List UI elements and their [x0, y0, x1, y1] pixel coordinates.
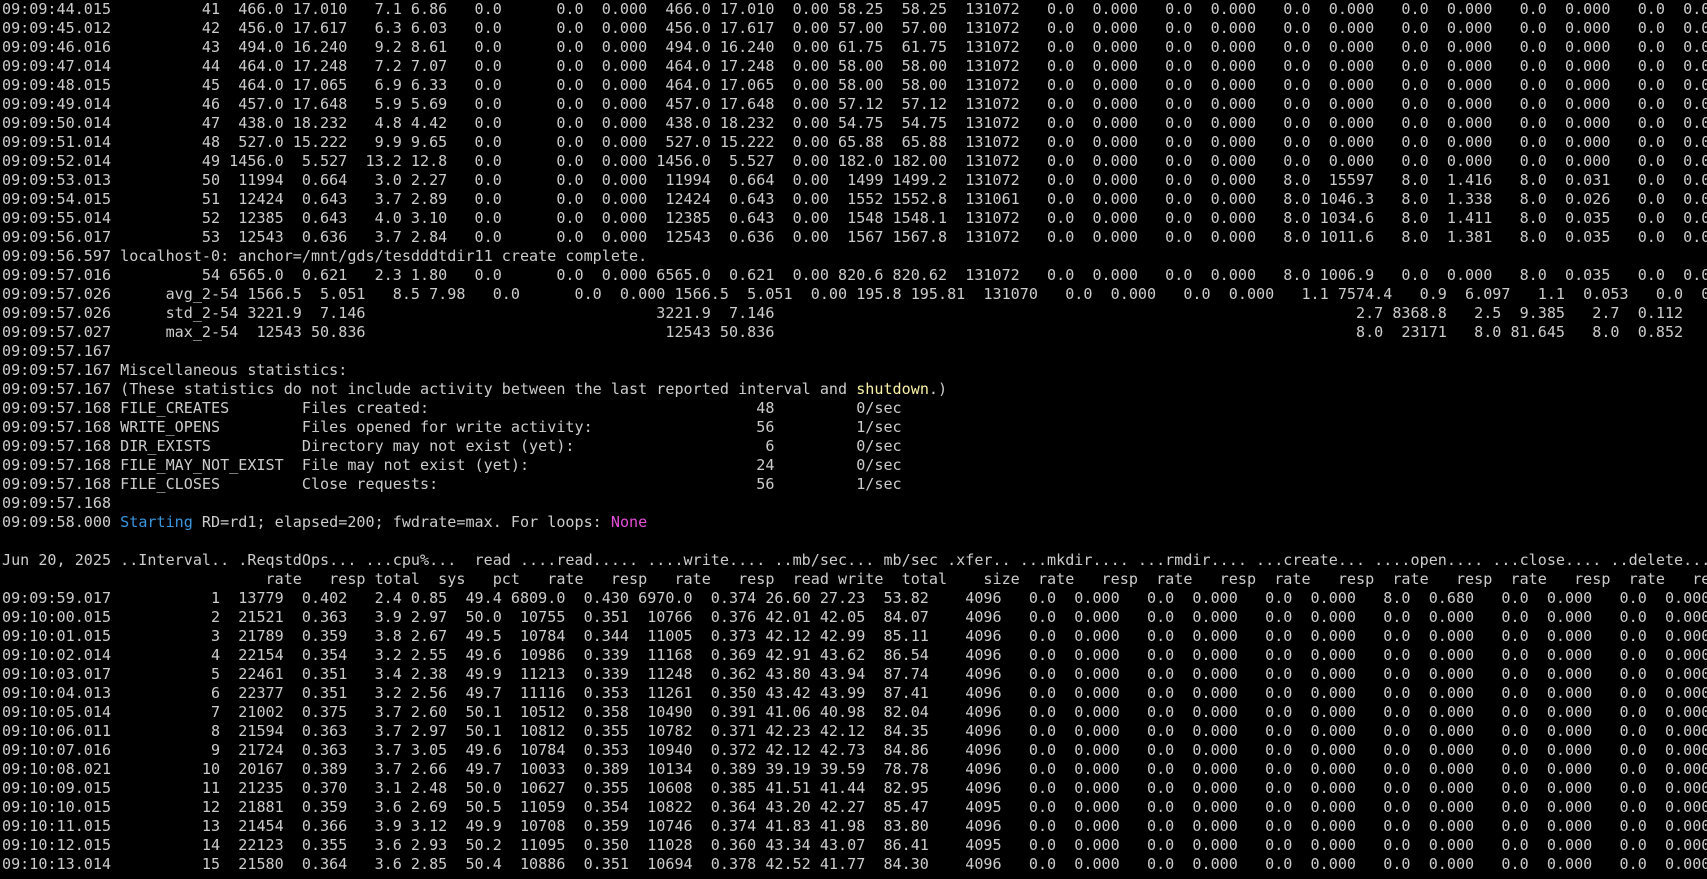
line-text: .) [928, 380, 948, 398]
terminal-line: 09:09:57.167 [2, 342, 1707, 361]
line-text: 09:10:10.015 12 21881 0.359 3.6 2.69 50.… [2, 798, 1707, 816]
line-text: 09:09:57.027 max_2-54 12543 50.836 12543… [2, 323, 1684, 341]
line-text: 09:10:13.014 15 21580 0.364 3.6 2.85 50.… [2, 855, 1707, 873]
terminal-line: 09:10:08.021 10 20167 0.389 3.7 2.66 49.… [2, 760, 1707, 779]
terminal-line: 09:09:57.016 54 6565.0 0.621 2.3 1.80 0.… [2, 266, 1707, 285]
line-text: 09:09:47.014 44 464.0 17.248 7.2 7.07 0.… [2, 57, 1707, 75]
line-text: 09:09:57.167 [2, 342, 112, 360]
highlighted-keyword: None [610, 513, 648, 531]
terminal-line: 09:09:45.012 42 456.0 17.617 6.3 6.03 0.… [2, 19, 1707, 38]
terminal-line: 09:09:57.026 std_2-54 3221.9 7.146 3221.… [2, 304, 1707, 323]
highlighted-keyword: Starting [120, 513, 193, 531]
terminal-line: 09:10:00.015 2 21521 0.363 3.9 2.97 50.0… [2, 608, 1707, 627]
terminal-line: 09:10:06.011 8 21594 0.363 3.7 2.97 50.1… [2, 722, 1707, 741]
line-text: 09:09:56.597 localhost-0: anchor=/mnt/gd… [2, 247, 648, 265]
line-text: 09:09:55.014 52 12385 0.643 4.0 3.10 0.0… [2, 209, 1707, 227]
line-text: 09:09:58.000 [2, 513, 121, 531]
terminal-line: Jun 20, 2025 ..Interval.. .ReqstdOps... … [2, 551, 1707, 570]
terminal-line: 09:09:57.168 FILE_CREATES Files created:… [2, 399, 1707, 418]
terminal-line: 09:09:57.168 FILE_MAY_NOT_EXIST File may… [2, 456, 1707, 475]
terminal-line: 09:09:55.014 52 12385 0.643 4.0 3.10 0.0… [2, 209, 1707, 228]
line-text: 09:09:46.016 43 494.0 16.240 9.2 8.61 0.… [2, 38, 1707, 56]
line-text: rate resp total sys pct rate resp rate r… [2, 570, 1707, 588]
terminal-line: 09:10:12.015 14 22123 0.355 3.6 2.93 50.… [2, 836, 1707, 855]
line-text: 09:09:57.168 FILE_CREATES Files created:… [2, 399, 902, 417]
terminal-output[interactable]: 09:09:44.015 41 466.0 17.010 7.1 6.86 0.… [0, 0, 1707, 879]
terminal-line: 09:09:56.017 53 12543 0.636 3.7 2.84 0.0… [2, 228, 1707, 247]
terminal-line: 09:09:57.168 FILE_CLOSES Close requests:… [2, 475, 1707, 494]
line-text: 09:09:59.017 1 13779 0.402 2.4 0.85 49.4… [2, 589, 1707, 607]
line-text: 09:09:52.014 49 1456.0 5.527 13.2 12.8 0… [2, 152, 1707, 170]
line-text: 09:09:53.013 50 11994 0.664 3.0 2.27 0.0… [2, 171, 1707, 189]
line-text: 09:09:44.015 41 466.0 17.010 7.1 6.86 0.… [2, 0, 1707, 18]
line-text: 09:10:12.015 14 22123 0.355 3.6 2.93 50.… [2, 836, 1707, 854]
terminal-line: 09:10:03.017 5 22461 0.351 3.4 2.38 49.9… [2, 665, 1707, 684]
terminal-line: 09:09:54.015 51 12424 0.643 3.7 2.89 0.0… [2, 190, 1707, 209]
terminal-line: 09:09:59.017 1 13779 0.402 2.4 0.85 49.4… [2, 589, 1707, 608]
terminal-line: 09:10:09.015 11 21235 0.370 3.1 2.48 50.… [2, 779, 1707, 798]
terminal-line: 09:10:11.015 13 21454 0.366 3.9 3.12 49.… [2, 817, 1707, 836]
line-text: 09:09:57.168 FILE_MAY_NOT_EXIST File may… [2, 456, 902, 474]
terminal-line: 09:09:47.014 44 464.0 17.248 7.2 7.07 0.… [2, 57, 1707, 76]
terminal-line: 09:09:57.167 (These statistics do not in… [2, 380, 1707, 399]
line-text: 09:09:49.014 46 457.0 17.648 5.9 5.69 0.… [2, 95, 1707, 113]
line-text: 09:10:07.016 9 21724 0.363 3.7 3.05 49.6… [2, 741, 1707, 759]
line-text: 09:09:57.026 std_2-54 3221.9 7.146 3221.… [2, 304, 1684, 322]
line-text: 09:10:11.015 13 21454 0.366 3.9 3.12 49.… [2, 817, 1707, 835]
line-text: 09:09:56.017 53 12543 0.636 3.7 2.84 0.0… [2, 228, 1707, 246]
terminal-line: 09:09:57.168 DIR_EXISTS Directory may no… [2, 437, 1707, 456]
line-text: 09:09:57.167 (These statistics do not in… [2, 380, 857, 398]
line-text: 09:10:09.015 11 21235 0.370 3.1 2.48 50.… [2, 779, 1707, 797]
terminal-line: 09:10:13.014 15 21580 0.364 3.6 2.85 50.… [2, 855, 1707, 874]
line-text: 09:10:03.017 5 22461 0.351 3.4 2.38 49.9… [2, 665, 1707, 683]
terminal-line: 09:09:57.027 max_2-54 12543 50.836 12543… [2, 323, 1707, 342]
line-text: 09:09:57.168 FILE_CLOSES Close requests:… [2, 475, 902, 493]
terminal-line: 09:09:57.168 [2, 494, 1707, 513]
line-text: 09:10:02.014 4 22154 0.354 3.2 2.55 49.6… [2, 646, 1707, 664]
line-text: 09:10:00.015 2 21521 0.363 3.9 2.97 50.0… [2, 608, 1707, 626]
terminal-line: 09:10:02.014 4 22154 0.354 3.2 2.55 49.6… [2, 646, 1707, 665]
terminal-line: 09:09:46.016 43 494.0 16.240 9.2 8.61 0.… [2, 38, 1707, 57]
line-text: 09:09:57.167 Miscellaneous statistics: [2, 361, 348, 379]
line-text: 09:09:54.015 51 12424 0.643 3.7 2.89 0.0… [2, 190, 1707, 208]
line-text: 09:10:04.013 6 22377 0.351 3.2 2.56 49.7… [2, 684, 1707, 702]
terminal-line: 09:09:51.014 48 527.0 15.222 9.9 9.65 0.… [2, 133, 1707, 152]
terminal-line: 09:09:57.026 avg_2-54 1566.5 5.051 8.5 7… [2, 285, 1707, 304]
terminal-line: 09:09:58.000 Starting RD=rd1; elapsed=20… [2, 513, 1707, 532]
line-text: 09:09:57.168 WRITE_OPENS Files opened fo… [2, 418, 902, 436]
terminal-line: 09:09:44.015 41 466.0 17.010 7.1 6.86 0.… [2, 0, 1707, 19]
terminal-line: 09:09:52.014 49 1456.0 5.527 13.2 12.8 0… [2, 152, 1707, 171]
line-text: 09:09:45.012 42 456.0 17.617 6.3 6.03 0.… [2, 19, 1707, 37]
line-text: 09:09:57.168 [2, 494, 112, 512]
terminal-line: 09:09:53.013 50 11994 0.664 3.0 2.27 0.0… [2, 171, 1707, 190]
line-text: 09:10:05.014 7 21002 0.375 3.7 2.60 50.1… [2, 703, 1707, 721]
terminal-line: 09:09:49.014 46 457.0 17.648 5.9 5.69 0.… [2, 95, 1707, 114]
line-text: 09:09:51.014 48 527.0 15.222 9.9 9.65 0.… [2, 133, 1707, 151]
terminal-line: 09:10:01.015 3 21789 0.359 3.8 2.67 49.5… [2, 627, 1707, 646]
terminal-line: 09:09:48.015 45 464.0 17.065 6.9 6.33 0.… [2, 76, 1707, 95]
line-text: RD=rd1; elapsed=200; fwdrate=max. For lo… [192, 513, 611, 531]
terminal-line: 09:09:57.167 Miscellaneous statistics: [2, 361, 1707, 380]
terminal-line: 09:09:50.014 47 438.0 18.232 4.8 4.42 0.… [2, 114, 1707, 133]
line-text: 09:09:48.015 45 464.0 17.065 6.9 6.33 0.… [2, 76, 1707, 94]
line-text: 09:10:08.021 10 20167 0.389 3.7 2.66 49.… [2, 760, 1707, 778]
line-text: 09:09:57.026 avg_2-54 1566.5 5.051 8.5 7… [2, 285, 1707, 303]
terminal-line: 09:09:57.168 WRITE_OPENS Files opened fo… [2, 418, 1707, 437]
terminal-line: 09:10:04.013 6 22377 0.351 3.2 2.56 49.7… [2, 684, 1707, 703]
line-text: 09:10:06.011 8 21594 0.363 3.7 2.97 50.1… [2, 722, 1707, 740]
terminal-line: 09:10:05.014 7 21002 0.375 3.7 2.60 50.1… [2, 703, 1707, 722]
line-text: Jun 20, 2025 ..Interval.. .ReqstdOps... … [2, 551, 1707, 569]
line-text: 09:09:57.016 54 6565.0 0.621 2.3 1.80 0.… [2, 266, 1707, 284]
highlighted-keyword: shutdown [856, 380, 929, 398]
line-text: 09:09:57.168 DIR_EXISTS Directory may no… [2, 437, 902, 455]
terminal-line: rate resp total sys pct rate resp rate r… [2, 570, 1707, 589]
terminal-line: 09:10:07.016 9 21724 0.363 3.7 3.05 49.6… [2, 741, 1707, 760]
terminal-line: 09:10:10.015 12 21881 0.359 3.6 2.69 50.… [2, 798, 1707, 817]
line-text: 09:10:01.015 3 21789 0.359 3.8 2.67 49.5… [2, 627, 1707, 645]
line-text: 09:09:50.014 47 438.0 18.232 4.8 4.42 0.… [2, 114, 1707, 132]
terminal-line: 09:09:56.597 localhost-0: anchor=/mnt/gd… [2, 247, 1707, 266]
